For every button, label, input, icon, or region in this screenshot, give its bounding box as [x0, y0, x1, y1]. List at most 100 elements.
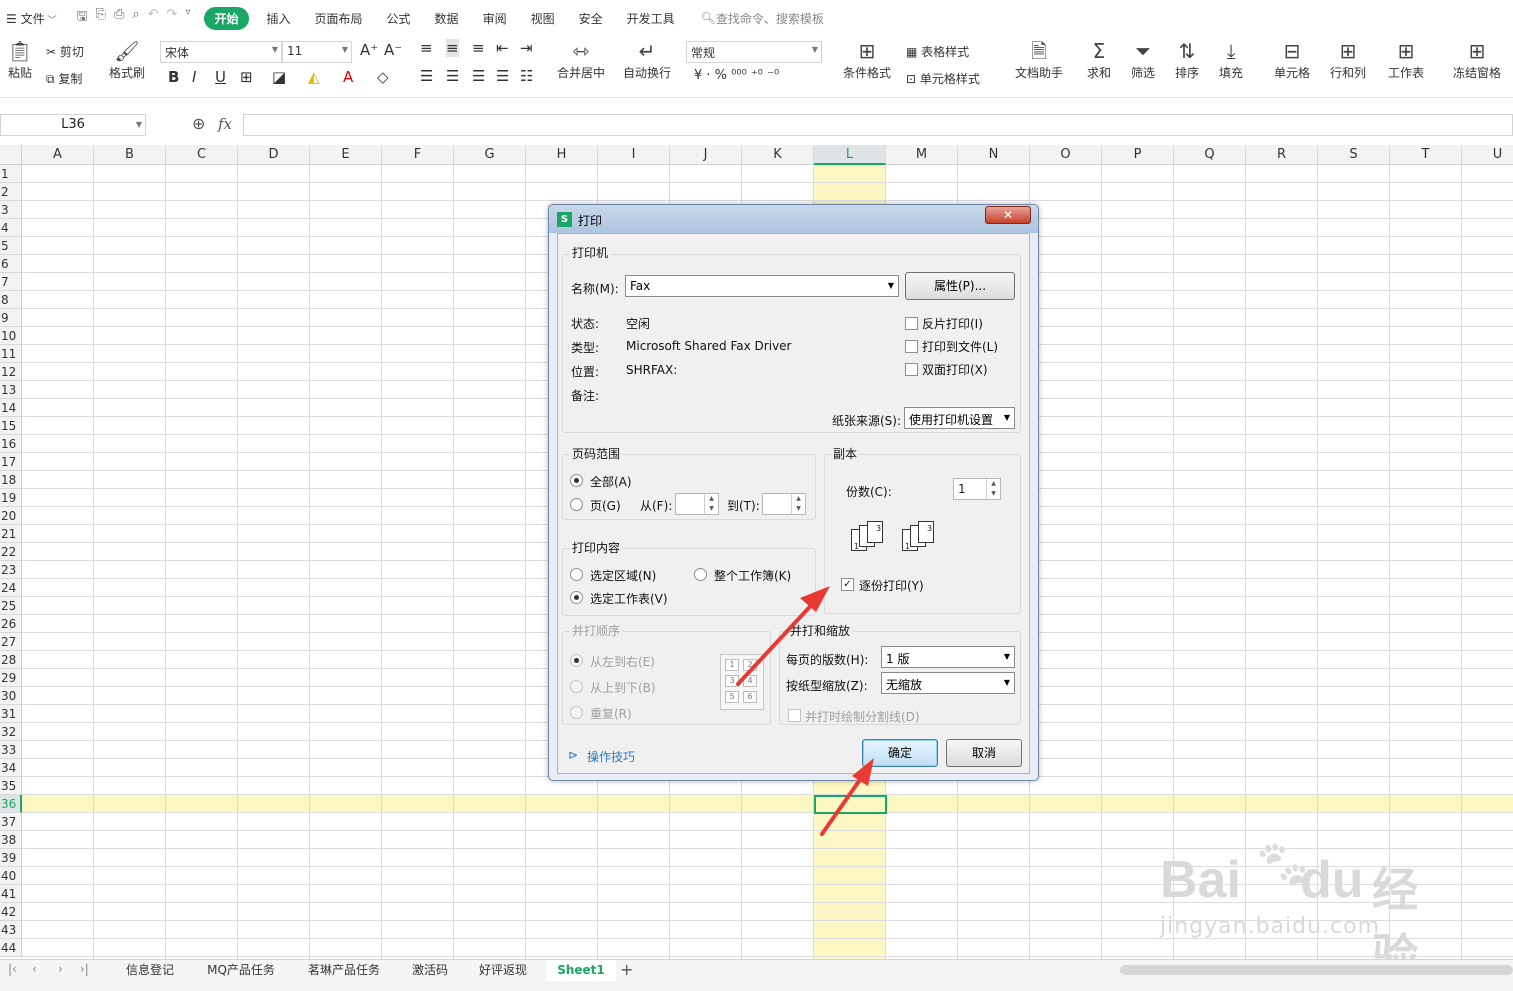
align-middle-icon[interactable]: ≡ [446, 39, 459, 57]
column-header[interactable]: N [958, 145, 1030, 165]
indent-increase-icon[interactable]: ⇥ [520, 39, 533, 57]
row-header[interactable]: 5 [0, 237, 22, 255]
font-size-select[interactable]: 11 ▼ [282, 41, 352, 63]
copy-button[interactable]: ⧉ 复制 [46, 70, 82, 87]
format-painter-button[interactable]: 🖌︎ 格式刷 [106, 38, 148, 81]
row-header[interactable]: 27 [0, 633, 22, 651]
column-header[interactable]: L [814, 145, 886, 165]
column-header[interactable]: F [382, 145, 454, 165]
prev-sheet-icon[interactable]: ‹ [32, 962, 37, 976]
row-header[interactable]: 19 [0, 489, 22, 507]
filter-button[interactable]: ⏷ 筛选 [1126, 38, 1160, 81]
row-header[interactable]: 25 [0, 597, 22, 615]
distribute-icon[interactable]: ☷ [520, 67, 533, 85]
pages-per-sheet-select[interactable]: 1 版 ▼ [881, 646, 1015, 668]
row-header[interactable]: 21 [0, 525, 22, 543]
range-pages-radio[interactable] [570, 498, 583, 511]
column-header[interactable]: E [310, 145, 382, 165]
tab-insert[interactable]: 插入 [255, 10, 303, 27]
align-center-icon[interactable]: ☰ [446, 67, 459, 85]
row-header[interactable]: 39 [0, 849, 22, 867]
wrap-text-button[interactable]: ↵ 自动换行 [620, 38, 674, 81]
row-header[interactable]: 11 [0, 345, 22, 363]
select-all-corner[interactable] [0, 145, 22, 165]
fill-color-icon[interactable]: ◪ [272, 68, 286, 86]
zoom-icon[interactable]: ⊕ [192, 114, 205, 133]
duplex-checkbox[interactable] [905, 363, 918, 376]
cut-button[interactable]: ✂ 剪切 [46, 43, 84, 60]
reverse-print-checkbox[interactable] [905, 317, 918, 330]
column-header[interactable]: B [94, 145, 166, 165]
indent-decrease-icon[interactable]: ⇤ [496, 39, 509, 57]
align-bottom-icon[interactable]: ≡ [472, 39, 485, 57]
sheet-tab[interactable]: 激活码 [400, 960, 460, 981]
row-header[interactable]: 6 [0, 255, 22, 273]
row-header[interactable]: 35 [0, 777, 22, 795]
decrease-font-icon[interactable]: A⁻ [384, 41, 402, 59]
print-to-file-checkbox[interactable] [905, 340, 918, 353]
merge-center-button[interactable]: ⇿ 合并居中 [552, 38, 610, 81]
next-sheet-icon[interactable]: › [58, 962, 63, 976]
column-header[interactable]: D [238, 145, 310, 165]
content-workbook-radio[interactable] [694, 568, 707, 581]
row-col-button[interactable]: ⊞ 行和列 [1324, 38, 1372, 81]
order-lr-radio[interactable] [570, 654, 583, 667]
freeze-panes-button[interactable]: ⊞ 冻结窗格 [1446, 38, 1508, 81]
tab-formula[interactable]: 公式 [375, 10, 423, 27]
underline-icon[interactable]: U [215, 68, 226, 86]
row-header[interactable]: 37 [0, 813, 22, 831]
column-header[interactable]: J [670, 145, 742, 165]
currency-icon[interactable]: ¥ · % ⁰⁰⁰ ⁺⁰ ⁻⁰ [694, 68, 779, 83]
sort-button[interactable]: ⇅ 排序 [1170, 38, 1204, 81]
column-header[interactable]: G [454, 145, 526, 165]
row-header[interactable]: 36 [0, 795, 22, 813]
tips-link[interactable]: 操作技巧 [587, 748, 635, 765]
font-name-select[interactable]: 宋体 ▼ [160, 41, 282, 63]
column-header[interactable]: Q [1174, 145, 1246, 165]
row-header[interactable]: 12 [0, 363, 22, 381]
tab-review[interactable]: 审阅 [471, 10, 519, 27]
column-header[interactable]: U [1462, 145, 1513, 165]
tab-data[interactable]: 数据 [423, 10, 471, 27]
row-header[interactable]: 24 [0, 579, 22, 597]
row-header[interactable]: 22 [0, 543, 22, 561]
row-header[interactable]: 34 [0, 759, 22, 777]
sheet-tab-active[interactable]: Sheet1 [546, 960, 616, 981]
row-header[interactable]: 29 [0, 669, 22, 687]
from-page-spinner[interactable]: ▲ ▼ [675, 493, 719, 515]
sheet-tab[interactable]: MQ产品任务 [196, 960, 286, 981]
row-header[interactable]: 17 [0, 453, 22, 471]
font-color-icon[interactable]: A [343, 68, 353, 86]
row-header[interactable]: 30 [0, 687, 22, 705]
column-header[interactable]: C [166, 145, 238, 165]
column-header[interactable]: K [742, 145, 814, 165]
justify-icon[interactable]: ☰ [496, 67, 509, 85]
name-box[interactable]: L36 ▼ [0, 114, 146, 136]
fx-icon[interactable]: fx [218, 115, 232, 133]
highlight-icon[interactable]: ◭ [308, 68, 320, 86]
column-header[interactable]: H [526, 145, 598, 165]
tab-view[interactable]: 视图 [519, 10, 567, 27]
clear-format-icon[interactable]: ◇ [377, 68, 389, 86]
undo-icon[interactable]: ↶ [148, 7, 159, 29]
row-header[interactable]: 32 [0, 723, 22, 741]
fill-button[interactable]: ⤓ 填充 [1214, 38, 1248, 81]
border-icon[interactable]: ⊞ [240, 68, 253, 86]
column-header[interactable]: S [1318, 145, 1390, 165]
tab-page-layout[interactable]: 页面布局 [303, 10, 375, 27]
row-header[interactable]: 14 [0, 399, 22, 417]
row-header[interactable]: 15 [0, 417, 22, 435]
add-sheet-icon[interactable]: + [620, 960, 633, 979]
row-header[interactable]: 7 [0, 273, 22, 291]
row-header[interactable]: 2 [0, 183, 22, 201]
row-header[interactable]: 13 [0, 381, 22, 399]
save-icon[interactable]: 🖫 [76, 7, 87, 29]
row-header[interactable]: 28 [0, 651, 22, 669]
print-icon[interactable]: ⎙ [114, 7, 124, 29]
row-header[interactable]: 3 [0, 201, 22, 219]
order-tb-radio[interactable] [570, 680, 583, 693]
column-header[interactable]: A [22, 145, 94, 165]
last-sheet-icon[interactable]: ›| [80, 962, 89, 976]
row-header[interactable]: 16 [0, 435, 22, 453]
column-header[interactable]: M [886, 145, 958, 165]
